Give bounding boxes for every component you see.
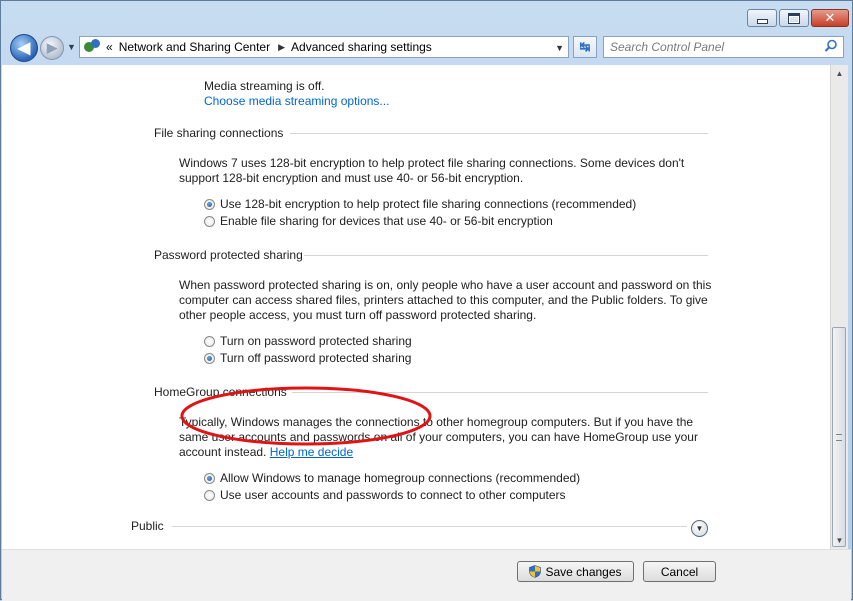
title-bar: ✕ [1, 1, 852, 31]
refresh-icon: ↹ [579, 39, 591, 54]
radio-label: Turn on password protected sharing [220, 334, 412, 348]
breadcrumb-separator-icon[interactable]: ▶ [278, 42, 285, 53]
settings-content: Media streaming is off. Choose media str… [2, 65, 830, 549]
homegroup-description-line1: Typically, Windows manages the connectio… [179, 415, 694, 429]
password-sharing-description-line2: computer can access shared files, printe… [179, 293, 708, 307]
homegroup-description-line2: same user accounts and passwords on all … [179, 430, 698, 444]
help-me-decide-link[interactable]: Help me decide [270, 445, 353, 459]
chevron-down-icon: ▼ [695, 524, 704, 533]
section-divider [292, 392, 708, 393]
save-changes-label: Save changes [545, 564, 622, 579]
section-divider [304, 255, 708, 256]
cancel-button[interactable]: Cancel [643, 561, 716, 582]
cancel-label: Cancel [660, 564, 699, 579]
homegroup-description-line3: account instead. Help me decide [179, 445, 353, 460]
radio-turn-off-password-sharing[interactable]: Turn off password protected sharing [204, 351, 411, 365]
refresh-button[interactable]: ↹ [573, 36, 597, 58]
file-sharing-title: File sharing connections [154, 126, 284, 140]
grip-icon [836, 433, 842, 441]
back-button[interactable]: ◀ [10, 34, 38, 62]
radio-40-56-bit-encryption[interactable]: Enable file sharing for devices that use… [204, 214, 553, 228]
close-button[interactable]: ✕ [811, 9, 849, 27]
section-divider [290, 133, 708, 134]
recent-pages-dropdown-icon[interactable]: ▼ [67, 42, 76, 52]
maximize-icon [788, 12, 800, 24]
maximize-button[interactable] [779, 9, 809, 27]
password-sharing-description-line3: other people access, you must turn off p… [179, 308, 537, 322]
window: ✕ ◀ ▶ ▼ « Network and Sharing Center ▶ A… [0, 0, 853, 601]
radio-label: Enable file sharing for devices that use… [220, 214, 553, 228]
homegroup-description-prefix: account instead. [179, 445, 267, 459]
vertical-scrollbar[interactable]: ▲ ▼ [830, 65, 848, 549]
address-overflow-chevron[interactable]: « [106, 40, 113, 54]
scroll-down-icon[interactable]: ▼ [831, 532, 848, 549]
forward-arrow-icon: ▶ [47, 40, 57, 55]
save-changes-button[interactable]: Save changes [517, 561, 634, 582]
radio-button[interactable] [204, 472, 215, 484]
address-dropdown-icon[interactable]: ▼ [555, 43, 564, 53]
radio-button[interactable] [204, 489, 215, 501]
choose-media-streaming-link[interactable]: Choose media streaming options... [204, 94, 389, 109]
minimize-button[interactable] [747, 9, 777, 27]
command-bar: Save changes Cancel [2, 549, 851, 601]
forward-button[interactable]: ▶ [40, 36, 64, 60]
uac-shield-icon [529, 565, 542, 578]
password-sharing-title: Password protected sharing [154, 248, 303, 262]
password-sharing-description-line1: When password protected sharing is on, o… [179, 278, 712, 292]
scroll-up-icon[interactable]: ▲ [831, 65, 848, 82]
radio-use-user-accounts[interactable]: Use user accounts and passwords to conne… [204, 488, 566, 502]
media-streaming-status: Media streaming is off. [204, 79, 325, 93]
radio-label: Turn off password protected sharing [220, 351, 412, 365]
radio-button[interactable] [204, 335, 215, 347]
expand-public-profile-button[interactable]: ▼ [691, 520, 708, 537]
radio-label: Use 128-bit encryption to help protect f… [220, 197, 637, 211]
navigation-bar: ◀ ▶ ▼ « Network and Sharing Center ▶ Adv… [1, 31, 852, 65]
radio-turn-on-password-sharing[interactable]: Turn on password protected sharing [204, 334, 412, 348]
close-icon: ✕ [824, 10, 836, 26]
network-icon [84, 39, 100, 55]
breadcrumb-advanced-sharing-settings[interactable]: Advanced sharing settings [291, 40, 432, 54]
scrollbar-thumb[interactable] [832, 327, 846, 547]
file-sharing-description-line2: support 128-bit encryption and must use … [179, 171, 524, 185]
back-arrow-icon: ◀ [17, 40, 31, 57]
radio-label: Use user accounts and passwords to conne… [220, 488, 566, 502]
breadcrumb-network-and-sharing-center[interactable]: Network and Sharing Center [119, 40, 270, 54]
public-profile-title[interactable]: Public [131, 519, 164, 534]
homegroup-title: HomeGroup connections [154, 385, 287, 399]
minimize-icon [756, 19, 768, 24]
radio-button[interactable] [204, 215, 215, 227]
search-input[interactable] [610, 39, 810, 55]
radio-button[interactable] [204, 352, 215, 364]
search-icon[interactable] [824, 39, 838, 53]
radio-button[interactable] [204, 198, 215, 210]
radio-label: Allow Windows to manage homegroup connec… [220, 471, 581, 485]
radio-allow-windows-manage-homegroup[interactable]: Allow Windows to manage homegroup connec… [204, 471, 580, 485]
section-divider [172, 526, 687, 527]
address-bar[interactable]: « Network and Sharing Center ▶ Advanced … [79, 36, 569, 58]
search-box[interactable] [603, 36, 844, 58]
file-sharing-description-line1: Windows 7 uses 128-bit encryption to hel… [179, 156, 685, 170]
radio-128-bit-encryption[interactable]: Use 128-bit encryption to help protect f… [204, 197, 636, 211]
